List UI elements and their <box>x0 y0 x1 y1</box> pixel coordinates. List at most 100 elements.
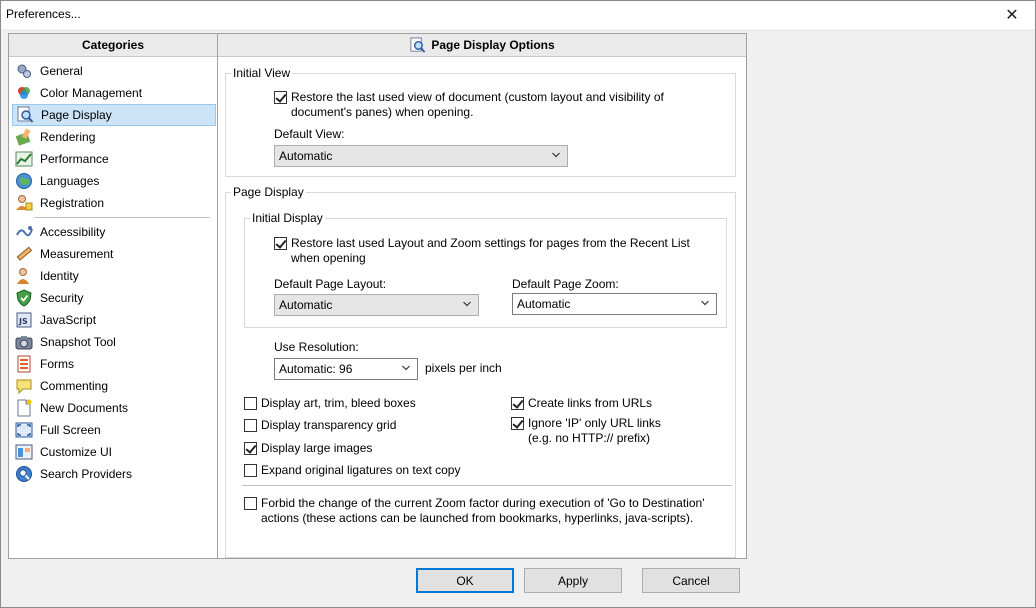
initial-display-title: Initial Display <box>250 211 325 225</box>
category-item-search-providers[interactable]: Search Providers <box>12 463 216 485</box>
cancel-button-label: Cancel <box>672 573 710 588</box>
forbid-zoom-checkbox-row[interactable]: Forbid the change of the current Zoom fa… <box>244 496 719 526</box>
display-boxes-label: Display art, trim, bleed boxes <box>261 396 416 410</box>
options-divider <box>242 485 732 486</box>
ligatures-checkbox-row[interactable]: Expand original ligatures on text copy <box>244 463 460 478</box>
category-item-measurement[interactable]: Measurement <box>12 243 216 265</box>
ignore-ip-text: Ignore 'IP' only URL links (e.g. no HTTP… <box>528 416 661 446</box>
category-item-label: Full Screen <box>40 423 101 437</box>
category-item-languages[interactable]: Languages <box>12 170 216 192</box>
category-item-label: JavaScript <box>40 313 97 327</box>
resolution-unit-label: pixels per inch <box>425 361 502 375</box>
category-item-security[interactable]: Security <box>12 287 216 309</box>
apply-button-label: Apply <box>557 573 589 588</box>
customize-ui-icon <box>15 444 33 460</box>
ok-button-label: OK <box>456 573 474 588</box>
category-item-accessibility[interactable]: Accessibility <box>12 221 216 243</box>
category-item-page-display[interactable]: Page Display <box>12 104 216 126</box>
category-item-performance[interactable]: Performance <box>12 148 216 170</box>
options-title: Page Display Options <box>431 38 555 52</box>
chevron-down-icon <box>552 152 560 158</box>
forms-icon <box>17 355 31 373</box>
page-display-icon <box>410 36 426 53</box>
create-links-checkbox[interactable] <box>511 397 524 410</box>
category-item-label: Rendering <box>40 130 96 144</box>
restore-view-checkbox-row[interactable]: Restore the last used view of document (… <box>274 90 694 120</box>
javascript-icon: JS <box>16 312 32 328</box>
category-item-label: New Documents <box>40 401 129 415</box>
ok-button[interactable]: OK <box>416 568 514 593</box>
restore-view-label: Restore the last used view of document (… <box>291 90 664 119</box>
initial-view-title: Initial View <box>231 66 293 80</box>
restore-layout-label: Restore last used Layout and Zoom settin… <box>291 236 690 265</box>
default-page-layout-select[interactable]: Automatic <box>274 294 479 316</box>
forbid-zoom-checkbox[interactable] <box>244 497 257 510</box>
preferences-dialog: Preferences... ✕ Categories General Color… <box>0 0 1036 608</box>
restore-view-checkbox[interactable] <box>274 91 287 104</box>
category-item-javascript[interactable]: JS JavaScript <box>12 309 216 331</box>
chevron-down-icon <box>402 365 410 371</box>
default-page-layout-label: Default Page Layout: <box>274 277 387 291</box>
resolution-value: Automatic: 96 <box>279 362 353 376</box>
window-title: Preferences... <box>6 7 81 21</box>
large-images-checkbox-row[interactable]: Display large images <box>244 441 372 456</box>
category-item-forms[interactable]: Forms <box>12 353 216 375</box>
rendering-icon <box>15 128 31 146</box>
default-view-select[interactable]: Automatic <box>274 145 568 167</box>
category-item-full-screen[interactable]: Full Screen <box>12 419 216 441</box>
ignore-ip-checkbox[interactable] <box>511 417 524 430</box>
commenting-icon <box>16 379 32 395</box>
category-item-label: Accessibility <box>40 225 106 239</box>
transparency-grid-checkbox-row[interactable]: Display transparency grid <box>244 418 396 433</box>
performance-icon <box>15 151 33 167</box>
category-item-registration[interactable]: Registration <box>12 192 216 214</box>
chevron-down-icon <box>463 301 471 307</box>
category-item-identity[interactable]: Identity <box>12 265 216 287</box>
category-item-color-management[interactable]: Color Management <box>12 82 216 104</box>
category-item-customize-ui[interactable]: Customize UI <box>12 441 216 463</box>
close-button[interactable]: ✕ <box>989 1 1035 29</box>
restore-layout-checkbox[interactable] <box>274 237 287 250</box>
forbid-zoom-label: Forbid the change of the current Zoom fa… <box>261 496 705 525</box>
display-boxes-checkbox[interactable] <box>244 397 257 410</box>
ligatures-checkbox[interactable] <box>244 464 257 477</box>
categories-panel: Categories General Color Management Page D… <box>8 33 218 559</box>
category-item-label: Color Management <box>40 86 143 100</box>
apply-button[interactable]: Apply <box>524 568 622 593</box>
chevron-down-icon <box>701 300 709 306</box>
accessibility-icon <box>16 226 33 237</box>
category-item-commenting[interactable]: Commenting <box>12 375 216 397</box>
category-item-general[interactable]: General <box>12 60 216 82</box>
category-item-label: Registration <box>40 196 105 210</box>
display-boxes-checkbox-row[interactable]: Display art, trim, bleed boxes <box>244 396 416 411</box>
resolution-select[interactable]: Automatic: 96 <box>274 358 418 380</box>
options-header: Page Display Options <box>218 34 746 57</box>
default-page-zoom-select[interactable]: Automatic <box>512 293 717 315</box>
category-item-label: Page Display <box>41 108 112 122</box>
category-item-snapshot-tool[interactable]: Snapshot Tool <box>12 331 216 353</box>
category-item-label: Languages <box>40 174 100 188</box>
ignore-ip-checkbox-row[interactable]: Ignore 'IP' only URL links (e.g. no HTTP… <box>511 416 661 446</box>
ignore-ip-label: Ignore 'IP' only URL links <box>528 416 661 430</box>
category-item-label: Measurement <box>40 247 114 261</box>
category-item-rendering[interactable]: Rendering <box>12 126 216 148</box>
page-display-title: Page Display <box>231 185 306 199</box>
category-item-new-documents[interactable]: New Documents <box>12 397 216 419</box>
use-resolution-label: Use Resolution: <box>274 340 359 354</box>
close-icon: ✕ <box>1005 7 1019 24</box>
default-view-label: Default View: <box>274 127 345 141</box>
category-item-label: Customize UI <box>40 445 113 459</box>
identity-icon <box>17 268 29 284</box>
category-item-label: Identity <box>40 269 79 283</box>
transparency-grid-checkbox[interactable] <box>244 419 257 432</box>
title-bar: Preferences... ✕ <box>1 1 1035 29</box>
cancel-button[interactable]: Cancel <box>642 568 740 593</box>
languages-icon <box>16 173 32 189</box>
large-images-checkbox[interactable] <box>244 442 257 455</box>
large-images-label: Display large images <box>261 441 373 455</box>
create-links-checkbox-row[interactable]: Create links from URLs <box>511 396 652 411</box>
default-page-zoom-label: Default Page Zoom: <box>512 277 619 291</box>
restore-layout-checkbox-row[interactable]: Restore last used Layout and Zoom settin… <box>274 236 719 266</box>
full-screen-icon <box>15 422 33 438</box>
general-icon <box>17 64 31 78</box>
